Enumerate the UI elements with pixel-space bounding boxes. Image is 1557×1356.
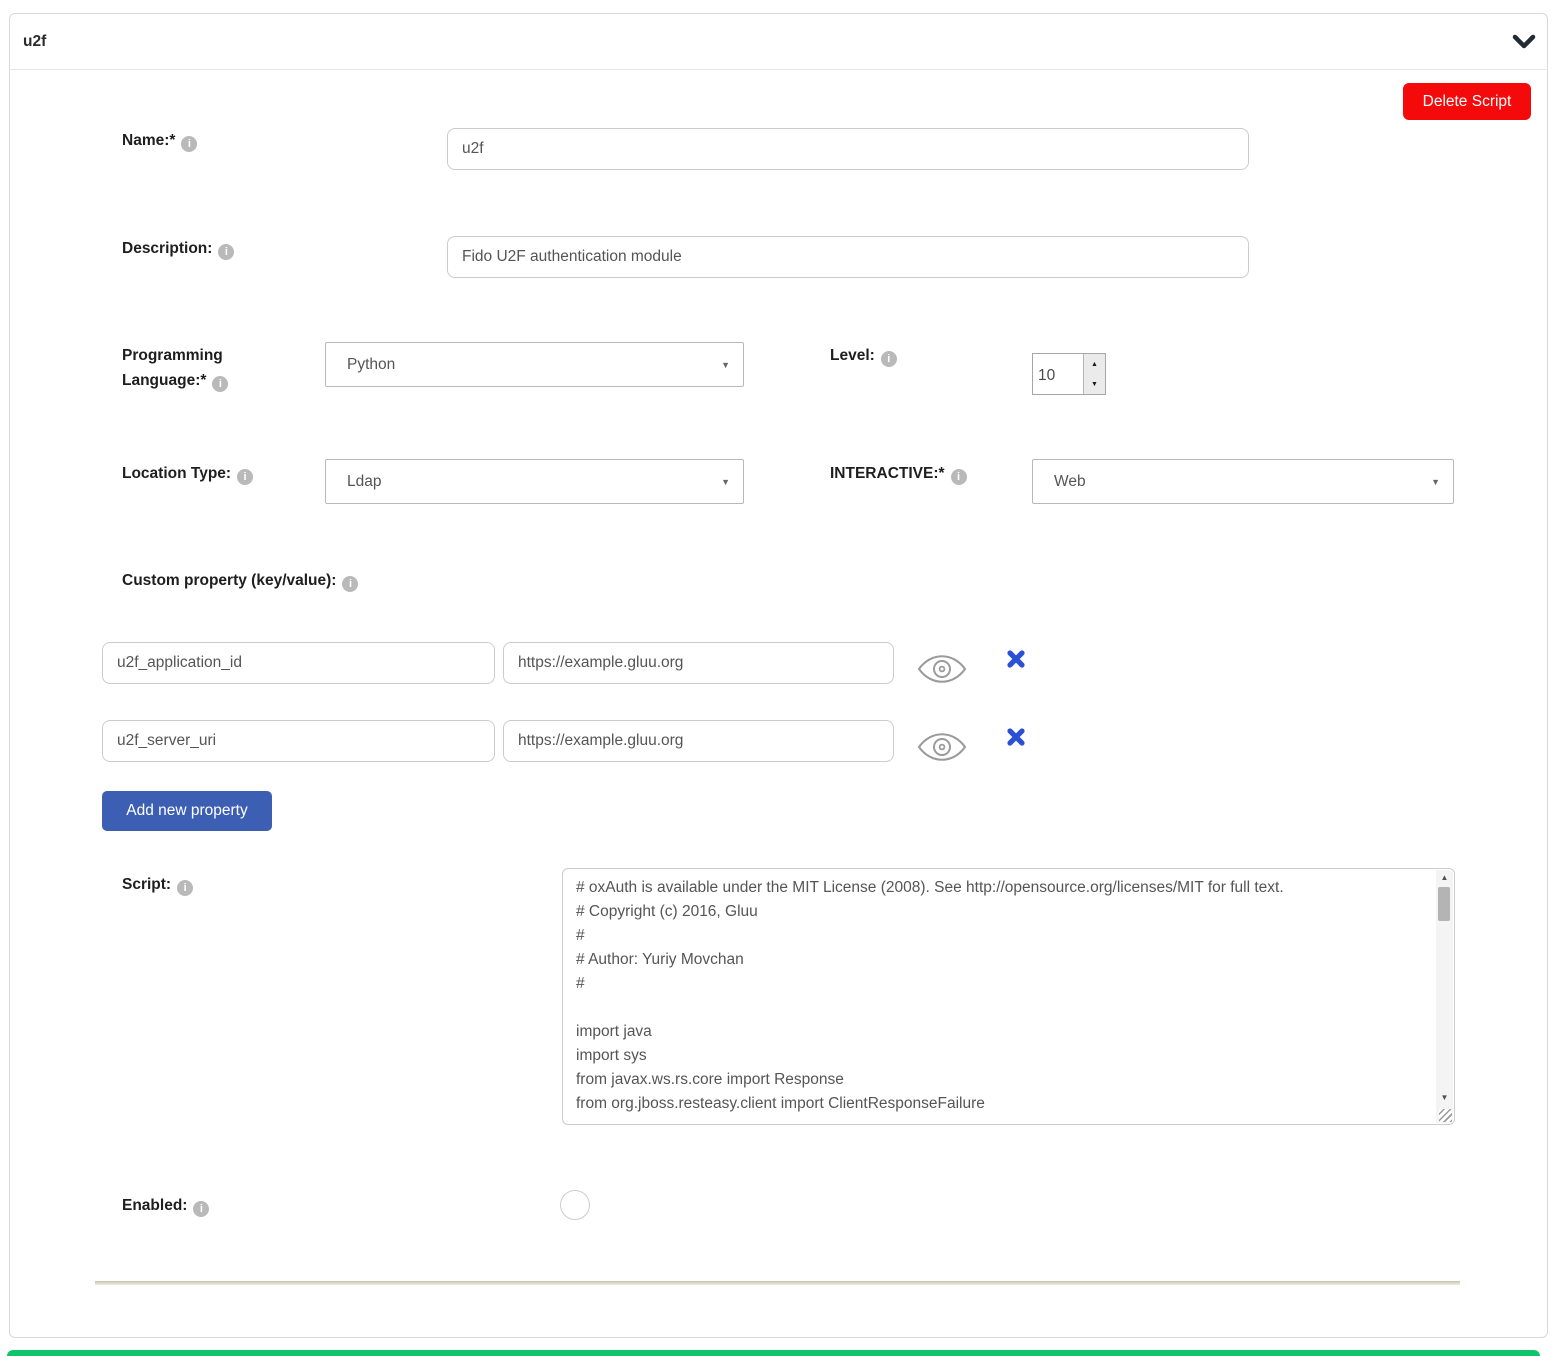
resize-grip-icon[interactable] xyxy=(1439,1109,1452,1122)
interactive-label: INTERACTIVE:*i xyxy=(830,461,967,486)
interactive-value: Web xyxy=(1033,473,1431,491)
remove-property-icon[interactable] xyxy=(1006,649,1026,669)
name-label: Name:*i xyxy=(122,128,197,153)
panel-header[interactable] xyxy=(9,13,1548,70)
property-key-input[interactable] xyxy=(102,720,495,762)
scroll-down-icon[interactable]: ▼ xyxy=(1436,1090,1453,1106)
remove-property-icon[interactable] xyxy=(1006,727,1026,747)
location-type-select[interactable]: Ldap ▼ xyxy=(325,459,744,504)
interactive-select[interactable]: Web ▼ xyxy=(1032,459,1454,504)
caret-down-icon: ▼ xyxy=(721,477,743,487)
description-input[interactable] xyxy=(447,236,1249,278)
caret-down-icon: ▼ xyxy=(1431,477,1453,487)
name-input[interactable] xyxy=(447,128,1249,170)
script-label: Script:i xyxy=(122,872,193,897)
property-value-input[interactable] xyxy=(503,720,894,762)
enabled-checkbox[interactable] xyxy=(560,1190,590,1220)
description-label: Description:i xyxy=(122,236,234,261)
info-icon[interactable]: i xyxy=(218,244,234,260)
programming-language-value: Python xyxy=(326,356,721,374)
delete-script-button[interactable]: Delete Script xyxy=(1403,83,1531,120)
eye-icon[interactable] xyxy=(916,648,968,690)
level-input[interactable] xyxy=(1033,354,1083,394)
scrollbar-thumb[interactable] xyxy=(1438,887,1450,921)
property-value-input[interactable] xyxy=(503,642,894,684)
spinner-up-button[interactable]: ▲ xyxy=(1084,354,1105,374)
divider xyxy=(95,1281,1460,1285)
location-type-value: Ldap xyxy=(326,473,721,491)
enabled-label: Enabled:i xyxy=(122,1193,209,1218)
info-icon[interactable]: i xyxy=(212,376,228,392)
info-icon[interactable]: i xyxy=(342,576,358,592)
info-icon[interactable]: i xyxy=(881,351,897,367)
eye-icon[interactable] xyxy=(916,726,968,768)
chevron-down-icon[interactable] xyxy=(1511,33,1537,51)
info-icon[interactable]: i xyxy=(177,880,193,896)
info-icon[interactable]: i xyxy=(951,469,967,485)
scrollbar[interactable]: ▲ ▼ xyxy=(1436,870,1453,1123)
caret-down-icon: ▼ xyxy=(721,360,743,370)
location-type-label: Location Type:i xyxy=(122,461,253,486)
script-content[interactable]: # oxAuth is available under the MIT Lice… xyxy=(563,869,1436,1124)
page: u2f Delete Script Name:*i Description:i … xyxy=(0,0,1557,1356)
level-label: Level:i xyxy=(830,343,897,368)
panel-title: u2f xyxy=(23,33,46,51)
status-bar xyxy=(7,1350,1540,1356)
add-property-button[interactable]: Add new property xyxy=(102,791,272,831)
info-icon[interactable]: i xyxy=(181,136,197,152)
custom-property-label: Custom property (key/value):i xyxy=(122,568,358,593)
info-icon[interactable]: i xyxy=(237,469,253,485)
level-spinner: ▲ ▼ xyxy=(1032,353,1106,395)
scroll-up-icon[interactable]: ▲ xyxy=(1436,870,1453,886)
programming-language-label: Programming Language:*i xyxy=(122,343,272,393)
programming-language-select[interactable]: Python ▼ xyxy=(325,342,744,387)
script-editor[interactable]: # oxAuth is available under the MIT Lice… xyxy=(562,868,1455,1125)
info-icon[interactable]: i xyxy=(193,1201,209,1217)
property-key-input[interactable] xyxy=(102,642,495,684)
spinner-buttons: ▲ ▼ xyxy=(1083,354,1105,394)
spinner-down-button[interactable]: ▼ xyxy=(1084,374,1105,394)
